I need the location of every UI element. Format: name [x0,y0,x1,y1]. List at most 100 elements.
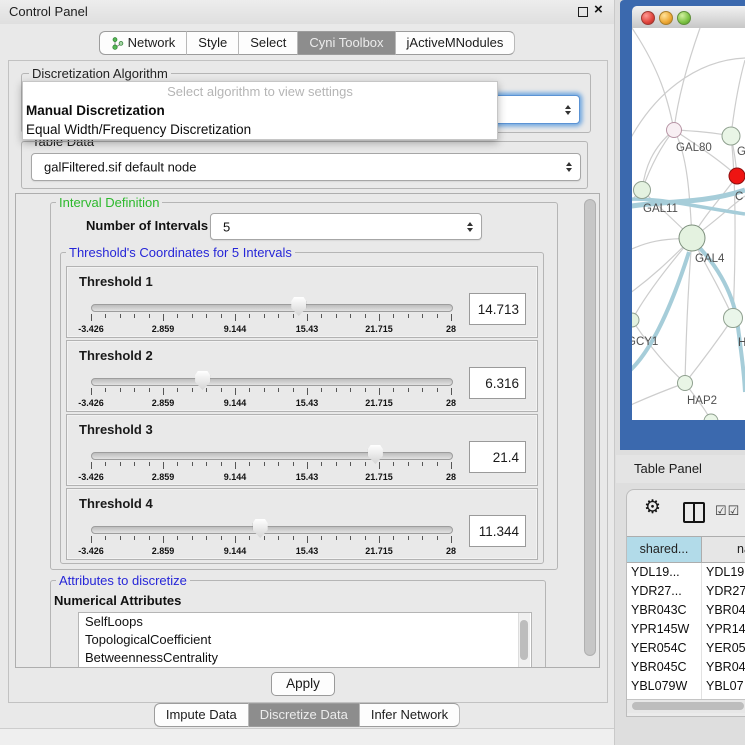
table-row[interactable]: YDR27...YDR27 [627,582,745,601]
tab-jactivemnodules[interactable]: jActiveMNodules [396,31,516,55]
settings-scrollbar-thumb[interactable] [584,199,596,656]
attribute-item-topologicalcoefficient[interactable]: TopologicalCoefficient [79,631,531,649]
attributes-scrollbar-thumb[interactable] [520,620,528,660]
cell-name: YDR27 [702,582,745,601]
tick-mark [264,314,265,318]
tick-mark [336,314,337,318]
numerical-attributes-label: Numerical Attributes [54,593,181,608]
tab-impute-data[interactable]: Impute Data [154,703,249,727]
tick-mark [422,462,423,466]
column-header-shared-name[interactable]: shared... [627,537,702,562]
slider-track[interactable] [91,378,453,386]
control-panel-window: Control Panel × NetworkStyleSelectCyni T… [0,0,615,745]
float-window-icon[interactable] [578,7,588,17]
cell-shared-name: YER054C [627,639,702,658]
table-data-combobox[interactable]: galFiltered.sif default node [31,153,581,181]
table-panel-titlebar: Table Panel [616,455,745,483]
tab-infer-network[interactable]: Infer Network [360,703,460,727]
algorithm-dropdown-popup: Select algorithm to view settings Manual… [22,81,498,140]
number-of-intervals-combobox[interactable]: 5 [210,213,482,240]
tab-style[interactable]: Style [187,31,239,55]
zoom-traffic-light-icon[interactable] [677,11,691,25]
combo-stepper-icon [467,222,473,232]
table-horizontal-scrollbar[interactable] [627,699,745,713]
table-data-combo-value: galFiltered.sif default node [44,160,196,175]
tab-select[interactable]: Select [239,31,298,55]
cell-shared-name: YDL19... [627,563,702,582]
tick-mark [365,388,366,392]
slider-track[interactable] [91,526,453,534]
tab-discretize-data[interactable]: Discretize Data [249,703,360,727]
top-tab-bar: NetworkStyleSelectCyni ToolboxjActiveMNo… [0,31,614,55]
dropdown-option-manual-discretization[interactable]: Manual Discretization [23,101,497,120]
node-hap2[interactable] [678,376,693,391]
tick-label: 21.715 [365,546,393,556]
network-icon [111,37,124,50]
node-gal4[interactable] [679,225,705,251]
table-row[interactable]: YBR043CYBR04 [627,601,745,620]
dropdown-option-equal-width-frequency-discretization[interactable]: Equal Width/Frequency Discretization [23,120,497,139]
node-top-right[interactable] [722,127,740,145]
node-gcy1[interactable] [632,313,639,327]
column-header-name[interactable]: na [702,537,745,562]
tick-label: 28 [446,546,456,556]
tick-mark [192,462,193,466]
tick-mark [350,462,351,466]
slider-track[interactable] [91,452,453,460]
node-right-mid[interactable] [724,309,743,328]
tick-mark [221,462,222,466]
threshold-panel-2: Threshold 2-3.4262.8599.14415.4321.71528… [66,340,538,412]
node-red[interactable] [729,168,745,184]
tick-mark [422,536,423,540]
tick-mark [422,388,423,392]
close-traffic-light-icon[interactable] [641,11,655,25]
tick-mark [350,536,351,540]
slider-ticks [91,388,452,397]
table-row[interactable]: YBL079WYBL07 [627,677,745,696]
threshold-slider-2[interactable]: -3.4262.8599.14415.4321.71528 [91,371,451,407]
table-row[interactable]: YER054CYER05 [627,639,745,658]
tab-label: Infer Network [371,704,448,726]
tab-cyni-toolbox[interactable]: Cyni Toolbox [298,31,395,55]
gear-icon[interactable]: ⚙ [644,496,661,519]
tick-mark [307,536,308,543]
network-view-window: GAL80GACGAL11GAL4GCY1HHAP2 [620,0,745,450]
node-gal11[interactable] [634,182,651,199]
node-label-h: H [738,337,745,349]
threshold-value-field[interactable]: 6.316 [469,367,526,399]
tick-mark [91,536,92,543]
tick-mark [91,314,92,321]
tick-label: 21.715 [365,472,393,482]
table-horizontal-scrollbar-thumb[interactable] [632,702,744,710]
threshold-value-field[interactable]: 21.4 [469,441,526,473]
slider-track[interactable] [91,304,453,312]
threshold-slider-3[interactable]: -3.4262.8599.14415.4321.71528 [91,445,451,481]
tick-mark [221,536,222,540]
threshold-value-field[interactable]: 11.344 [469,515,526,547]
threshold-value-field[interactable]: 14.713 [469,293,526,325]
attribute-item-selfloops[interactable]: SelfLoops [79,613,531,631]
checkbox-filter-icon[interactable]: ☑☑ [715,503,740,519]
threshold-slider-4[interactable]: -3.4262.8599.14415.4321.71528 [91,519,451,555]
threshold-slider-1[interactable]: -3.4262.8599.14415.4321.71528 [91,297,451,333]
close-icon[interactable]: × [594,1,603,18]
node-gal80[interactable] [667,123,682,138]
tick-mark [393,314,394,318]
tab-network[interactable]: Network [99,31,188,55]
column-layout-icon[interactable] [683,502,705,523]
attribute-item-betweennesscentrality[interactable]: BetweennessCentrality [79,649,531,667]
network-canvas[interactable]: GAL80GACGAL11GAL4GCY1HHAP2 [632,28,745,420]
apply-button[interactable]: Apply [271,672,335,696]
table-header-row: shared... na [627,536,745,563]
minimize-traffic-light-icon[interactable] [659,11,673,25]
tick-mark [408,462,409,466]
table-row[interactable]: YDL19...YDL19 [627,563,745,582]
table-row[interactable]: YPR145WYPR14 [627,620,745,639]
numerical-attributes-list[interactable]: SelfLoopsTopologicalCoefficientBetweenne… [78,612,532,668]
node-bottom[interactable] [704,414,718,420]
tick-mark [336,388,337,392]
slider-tick-labels: -3.4262.8599.14415.4321.71528 [91,546,452,556]
attributes-scrollbar[interactable] [518,613,530,668]
table-row[interactable]: YBR045CYBR04 [627,658,745,677]
window-title: Control Panel [9,4,88,19]
